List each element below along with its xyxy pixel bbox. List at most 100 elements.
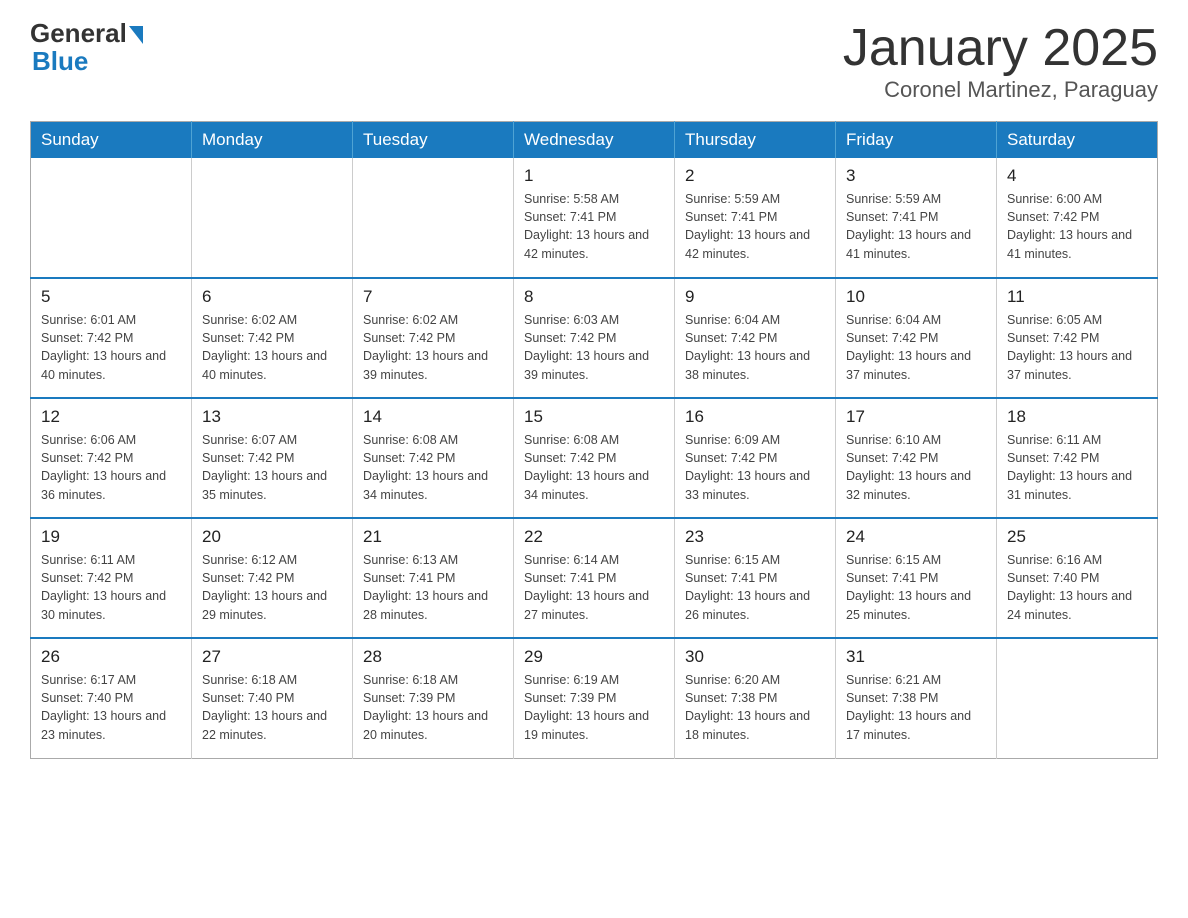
day-info: Sunrise: 5:59 AM Sunset: 7:41 PM Dayligh… (685, 190, 825, 263)
calendar-cell: 15 Sunrise: 6:08 AM Sunset: 7:42 PM Dayli… (514, 398, 675, 518)
day-info: Sunrise: 5:58 AM Sunset: 7:41 PM Dayligh… (524, 190, 664, 263)
calendar-cell: 26 Sunrise: 6:17 AM Sunset: 7:40 PM Dayli… (31, 638, 192, 758)
day-number: 20 (202, 527, 342, 547)
day-number: 10 (846, 287, 986, 307)
day-info: Sunrise: 6:11 AM Sunset: 7:42 PM Dayligh… (41, 551, 181, 624)
calendar-cell: 20 Sunrise: 6:12 AM Sunset: 7:42 PM Dayli… (192, 518, 353, 638)
day-info: Sunrise: 6:08 AM Sunset: 7:42 PM Dayligh… (524, 431, 664, 504)
calendar-cell: 31 Sunrise: 6:21 AM Sunset: 7:38 PM Dayli… (836, 638, 997, 758)
day-number: 25 (1007, 527, 1147, 547)
calendar-cell (997, 638, 1158, 758)
day-info: Sunrise: 6:21 AM Sunset: 7:38 PM Dayligh… (846, 671, 986, 744)
header: General Blue January 2025 Coronel Martin… (30, 20, 1158, 103)
day-info: Sunrise: 6:05 AM Sunset: 7:42 PM Dayligh… (1007, 311, 1147, 384)
logo-general-text: General (30, 20, 127, 46)
calendar-cell (31, 158, 192, 278)
calendar-cell: 25 Sunrise: 6:16 AM Sunset: 7:40 PM Dayli… (997, 518, 1158, 638)
day-info: Sunrise: 6:20 AM Sunset: 7:38 PM Dayligh… (685, 671, 825, 744)
calendar-subtitle: Coronel Martinez, Paraguay (843, 77, 1158, 103)
day-info: Sunrise: 6:09 AM Sunset: 7:42 PM Dayligh… (685, 431, 825, 504)
calendar-cell: 9 Sunrise: 6:04 AM Sunset: 7:42 PM Daylig… (675, 278, 836, 398)
day-info: Sunrise: 6:12 AM Sunset: 7:42 PM Dayligh… (202, 551, 342, 624)
day-number: 7 (363, 287, 503, 307)
day-info: Sunrise: 6:18 AM Sunset: 7:40 PM Dayligh… (202, 671, 342, 744)
calendar-table: SundayMondayTuesdayWednesdayThursdayFrid… (30, 121, 1158, 759)
logo: General Blue (30, 20, 143, 77)
calendar-cell: 12 Sunrise: 6:06 AM Sunset: 7:42 PM Dayli… (31, 398, 192, 518)
calendar-cell (192, 158, 353, 278)
day-number: 21 (363, 527, 503, 547)
calendar-week-row: 12 Sunrise: 6:06 AM Sunset: 7:42 PM Dayli… (31, 398, 1158, 518)
calendar-cell: 22 Sunrise: 6:14 AM Sunset: 7:41 PM Dayli… (514, 518, 675, 638)
day-number: 15 (524, 407, 664, 427)
calendar-cell: 19 Sunrise: 6:11 AM Sunset: 7:42 PM Dayli… (31, 518, 192, 638)
day-number: 3 (846, 166, 986, 186)
calendar-cell: 23Sunrise: 6:15 AM Sunset: 7:41 PM Dayli… (675, 518, 836, 638)
day-info: Sunrise: 6:16 AM Sunset: 7:40 PM Dayligh… (1007, 551, 1147, 624)
calendar-cell: 27 Sunrise: 6:18 AM Sunset: 7:40 PM Dayli… (192, 638, 353, 758)
day-number: 9 (685, 287, 825, 307)
logo-blue-text: Blue (32, 46, 88, 77)
day-number: 24 (846, 527, 986, 547)
day-info: Sunrise: 6:19 AM Sunset: 7:39 PM Dayligh… (524, 671, 664, 744)
day-info: Sunrise: 6:17 AM Sunset: 7:40 PM Dayligh… (41, 671, 181, 744)
day-number: 18 (1007, 407, 1147, 427)
day-info: Sunrise: 6:03 AM Sunset: 7:42 PM Dayligh… (524, 311, 664, 384)
calendar-cell (353, 158, 514, 278)
day-number: 2 (685, 166, 825, 186)
column-header-sunday: Sunday (31, 122, 192, 159)
calendar-week-row: 19 Sunrise: 6:11 AM Sunset: 7:42 PM Dayli… (31, 518, 1158, 638)
day-info: Sunrise: 6:15 AM Sunset: 7:41 PM Dayligh… (685, 551, 825, 624)
day-number: 22 (524, 527, 664, 547)
calendar-cell: 28Sunrise: 6:18 AM Sunset: 7:39 PM Dayli… (353, 638, 514, 758)
day-info: Sunrise: 6:15 AM Sunset: 7:41 PM Dayligh… (846, 551, 986, 624)
calendar-cell: 18Sunrise: 6:11 AM Sunset: 7:42 PM Dayli… (997, 398, 1158, 518)
day-info: Sunrise: 6:10 AM Sunset: 7:42 PM Dayligh… (846, 431, 986, 504)
day-info: Sunrise: 6:06 AM Sunset: 7:42 PM Dayligh… (41, 431, 181, 504)
day-number: 16 (685, 407, 825, 427)
column-header-monday: Monday (192, 122, 353, 159)
calendar-cell: 3Sunrise: 5:59 AM Sunset: 7:41 PM Daylig… (836, 158, 997, 278)
calendar-title: January 2025 (843, 20, 1158, 77)
calendar-cell: 6Sunrise: 6:02 AM Sunset: 7:42 PM Daylig… (192, 278, 353, 398)
day-number: 13 (202, 407, 342, 427)
day-info: Sunrise: 6:07 AM Sunset: 7:42 PM Dayligh… (202, 431, 342, 504)
calendar-cell: 8Sunrise: 6:03 AM Sunset: 7:42 PM Daylig… (514, 278, 675, 398)
title-block: January 2025 Coronel Martinez, Paraguay (843, 20, 1158, 103)
column-header-wednesday: Wednesday (514, 122, 675, 159)
day-number: 5 (41, 287, 181, 307)
calendar-cell: 13 Sunrise: 6:07 AM Sunset: 7:42 PM Dayli… (192, 398, 353, 518)
calendar-cell: 21 Sunrise: 6:13 AM Sunset: 7:41 PM Dayli… (353, 518, 514, 638)
calendar-week-row: 1 Sunrise: 5:58 AM Sunset: 7:41 PM Daylig… (31, 158, 1158, 278)
day-number: 19 (41, 527, 181, 547)
day-info: Sunrise: 6:13 AM Sunset: 7:41 PM Dayligh… (363, 551, 503, 624)
day-number: 6 (202, 287, 342, 307)
calendar-header-row: SundayMondayTuesdayWednesdayThursdayFrid… (31, 122, 1158, 159)
day-number: 1 (524, 166, 664, 186)
calendar-week-row: 5Sunrise: 6:01 AM Sunset: 7:42 PM Daylig… (31, 278, 1158, 398)
logo-arrow-icon (129, 26, 143, 44)
day-info: Sunrise: 6:04 AM Sunset: 7:42 PM Dayligh… (846, 311, 986, 384)
calendar-cell: 2 Sunrise: 5:59 AM Sunset: 7:41 PM Daylig… (675, 158, 836, 278)
day-number: 12 (41, 407, 181, 427)
day-number: 17 (846, 407, 986, 427)
calendar-cell: 5Sunrise: 6:01 AM Sunset: 7:42 PM Daylig… (31, 278, 192, 398)
calendar-cell: 10 Sunrise: 6:04 AM Sunset: 7:42 PM Dayli… (836, 278, 997, 398)
calendar-cell: 1 Sunrise: 5:58 AM Sunset: 7:41 PM Daylig… (514, 158, 675, 278)
day-info: Sunrise: 6:00 AM Sunset: 7:42 PM Dayligh… (1007, 190, 1147, 263)
calendar-cell: 4Sunrise: 6:00 AM Sunset: 7:42 PM Daylig… (997, 158, 1158, 278)
day-number: 26 (41, 647, 181, 667)
column-header-thursday: Thursday (675, 122, 836, 159)
day-number: 30 (685, 647, 825, 667)
calendar-cell: 14Sunrise: 6:08 AM Sunset: 7:42 PM Dayli… (353, 398, 514, 518)
day-number: 14 (363, 407, 503, 427)
calendar-cell: 29Sunrise: 6:19 AM Sunset: 7:39 PM Dayli… (514, 638, 675, 758)
day-info: Sunrise: 6:14 AM Sunset: 7:41 PM Dayligh… (524, 551, 664, 624)
day-number: 27 (202, 647, 342, 667)
day-number: 28 (363, 647, 503, 667)
calendar-cell: 24 Sunrise: 6:15 AM Sunset: 7:41 PM Dayli… (836, 518, 997, 638)
calendar-cell: 17 Sunrise: 6:10 AM Sunset: 7:42 PM Dayli… (836, 398, 997, 518)
day-number: 31 (846, 647, 986, 667)
column-header-friday: Friday (836, 122, 997, 159)
day-info: Sunrise: 6:04 AM Sunset: 7:42 PM Dayligh… (685, 311, 825, 384)
